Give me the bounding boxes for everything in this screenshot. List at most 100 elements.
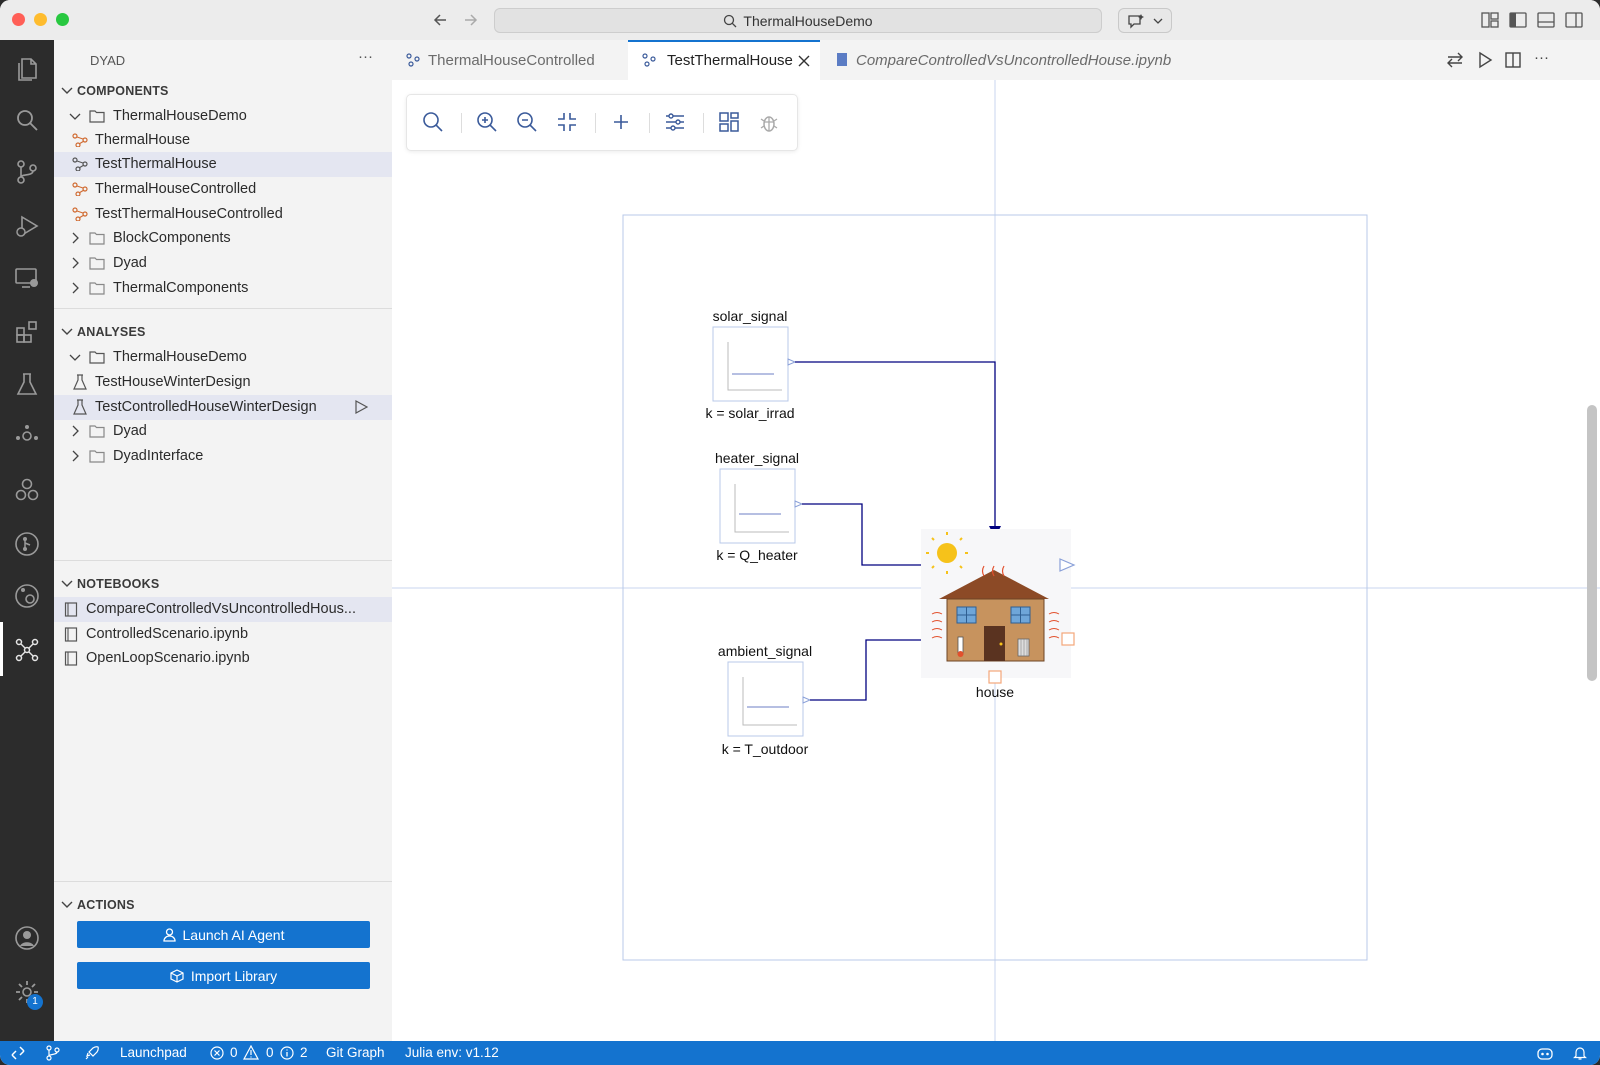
- tree-item-analyses-thermalhousedemo[interactable]: ThermalHouseDemo: [54, 345, 392, 370]
- julia-dots-icon[interactable]: [13, 422, 41, 450]
- dyad-components-icon[interactable]: [13, 636, 41, 664]
- tab-compare-notebook[interactable]: CompareControlledVsUncontrolledHouse.ipy…: [820, 40, 1210, 80]
- git-graph-icon[interactable]: [13, 530, 41, 558]
- diagram-editor[interactable]: solar_signal k = solar_irrad heater_sign…: [392, 80, 1600, 1041]
- fit-to-view-icon[interactable]: [555, 110, 579, 134]
- folder-open-icon: [89, 110, 105, 123]
- component-icon: [642, 53, 656, 67]
- search-icon[interactable]: [13, 106, 41, 134]
- close-window-button[interactable]: [12, 13, 25, 26]
- source-control-icon[interactable]: [13, 158, 41, 186]
- tree-item-dyad[interactable]: Dyad: [54, 251, 392, 276]
- notebook-item[interactable]: OpenLoopScenario.ipynb: [54, 646, 392, 671]
- analyses-section-header[interactable]: ANALYSES: [54, 321, 392, 343]
- tree-item-testthermalhouse[interactable]: TestThermalHouse: [54, 152, 392, 177]
- tree-item-thermalhouse[interactable]: ThermalHouse: [54, 128, 392, 153]
- components-section-header[interactable]: COMPONENTS: [54, 80, 392, 102]
- title-bar: ThermalHouseDemo: [0, 0, 1600, 41]
- solar-signal-block[interactable]: [712, 326, 797, 402]
- remote-indicator-icon[interactable]: [10, 1046, 26, 1060]
- explorer-icon[interactable]: [13, 54, 41, 82]
- tree-item-thermalcomponents[interactable]: ThermalComponents: [54, 276, 392, 301]
- diagram-canvas[interactable]: solar_signal k = solar_irrad heater_sign…: [392, 80, 1600, 1041]
- folder-icon: [89, 282, 105, 295]
- toggle-primary-sidebar-icon[interactable]: [1508, 10, 1528, 30]
- minimize-window-button[interactable]: [34, 13, 47, 26]
- actions-section-header[interactable]: ACTIONS: [54, 894, 392, 916]
- run-analysis-icon[interactable]: [354, 400, 368, 414]
- tree-item-dyadinterface[interactable]: DyadInterface: [54, 444, 392, 469]
- tree-item-blockcomponents[interactable]: BlockComponents: [54, 226, 392, 251]
- julia-circles-icon[interactable]: [13, 476, 41, 504]
- flask-icon: [73, 399, 87, 415]
- chevron-down-icon: [61, 328, 73, 335]
- folder-icon: [89, 232, 105, 245]
- tree-item-thermalhousedemo[interactable]: ThermalHouseDemo: [54, 104, 392, 129]
- notifications-bell-icon[interactable]: [1572, 1045, 1588, 1061]
- component-icon: [72, 207, 88, 221]
- zoom-in-icon[interactable]: [475, 110, 499, 134]
- sidebar-title: DYAD: [90, 53, 126, 68]
- run-and-debug-icon[interactable]: [13, 212, 41, 240]
- tab-testthermalhouse[interactable]: TestThermalHouse: [628, 40, 820, 80]
- source-control-icon[interactable]: [45, 1045, 61, 1061]
- component-icon: [406, 53, 420, 67]
- chevron-down-icon: [61, 901, 73, 908]
- gitlens-icon[interactable]: [13, 582, 41, 610]
- notebook-item[interactable]: CompareControlledVsUncontrolledHous...: [54, 597, 392, 622]
- more-actions-button[interactable]: ···: [358, 48, 373, 65]
- ambient-connection-wire[interactable]: [810, 634, 940, 701]
- forward-arrow-icon[interactable]: [460, 10, 480, 30]
- tab-more-actions-button[interactable]: ···: [1534, 49, 1549, 66]
- remote-explorer-icon[interactable]: [13, 264, 41, 292]
- house-name: house: [976, 684, 1014, 700]
- command-center-search[interactable]: ThermalHouseDemo: [494, 8, 1102, 33]
- tab-thermalhousecontrolled[interactable]: ThermalHouseControlled: [392, 40, 628, 80]
- copilot-chat-button[interactable]: [1118, 8, 1172, 33]
- heater-connection-wire[interactable]: [802, 503, 940, 571]
- tree-item-thermalhousecontrolled[interactable]: ThermalHouseControlled: [54, 177, 392, 202]
- import-library-button[interactable]: Import Library: [77, 962, 370, 989]
- chevron-down-icon: [61, 87, 73, 94]
- toggle-secondary-sidebar-icon[interactable]: [1564, 10, 1584, 30]
- close-icon[interactable]: [798, 55, 810, 67]
- notebook-icon: [837, 53, 847, 66]
- copilot-icon[interactable]: [1536, 1045, 1554, 1061]
- launchpad-item[interactable]: Launchpad: [120, 1045, 187, 1060]
- toggle-panel-icon[interactable]: [1536, 10, 1556, 30]
- settings-badge: 1: [27, 994, 43, 1010]
- compare-changes-icon[interactable]: [1446, 51, 1464, 69]
- ambient-signal-block[interactable]: [727, 661, 812, 737]
- problems-indicator[interactable]: 0 0 2: [210, 1041, 310, 1065]
- tree-item-testhousewinterdesign[interactable]: TestHouseWinterDesign: [54, 370, 392, 395]
- maximize-window-button[interactable]: [56, 13, 69, 26]
- account-icon[interactable]: [13, 924, 41, 952]
- tree-item-testthermalhousecontrolled[interactable]: TestThermalHouseControlled: [54, 202, 392, 227]
- git-graph-item[interactable]: Git Graph: [326, 1045, 385, 1060]
- tree-item-testcontrolledhousewinterdesign[interactable]: TestControlledHouseWinterDesign: [54, 395, 392, 420]
- search-icon[interactable]: [421, 110, 445, 134]
- heater-signal-block[interactable]: [719, 468, 804, 544]
- customize-layout-icon[interactable]: [1480, 10, 1500, 30]
- run-icon[interactable]: [1476, 51, 1494, 69]
- settings-sliders-icon[interactable]: [663, 110, 687, 134]
- activity-bar: 1: [0, 40, 54, 1041]
- solar-connection-wire[interactable]: [795, 361, 1001, 538]
- status-bar: Launchpad 0 0 2 Git Graph Julia env: v1.…: [0, 1041, 1600, 1065]
- launch-ai-agent-button[interactable]: Launch AI Agent: [77, 921, 370, 948]
- add-component-icon[interactable]: [609, 110, 633, 134]
- component-icon: [72, 157, 88, 171]
- extensions-icon[interactable]: [13, 318, 41, 346]
- tree-item-analyses-dyad[interactable]: Dyad: [54, 419, 392, 444]
- split-editor-icon[interactable]: [1504, 51, 1522, 69]
- notebook-item[interactable]: ControlledScenario.ipynb: [54, 622, 392, 647]
- back-arrow-icon[interactable]: [431, 10, 451, 30]
- debug-bug-icon[interactable]: [757, 110, 781, 134]
- notebooks-section-header[interactable]: NOTEBOOKS: [54, 573, 392, 595]
- julia-env-item[interactable]: Julia env: v1.12: [405, 1045, 499, 1060]
- house-block[interactable]: [921, 529, 1076, 684]
- vertical-scrollbar[interactable]: [1587, 405, 1597, 681]
- layout-icon[interactable]: [717, 110, 741, 134]
- zoom-out-icon[interactable]: [515, 110, 539, 134]
- testing-flask-icon[interactable]: [13, 370, 41, 398]
